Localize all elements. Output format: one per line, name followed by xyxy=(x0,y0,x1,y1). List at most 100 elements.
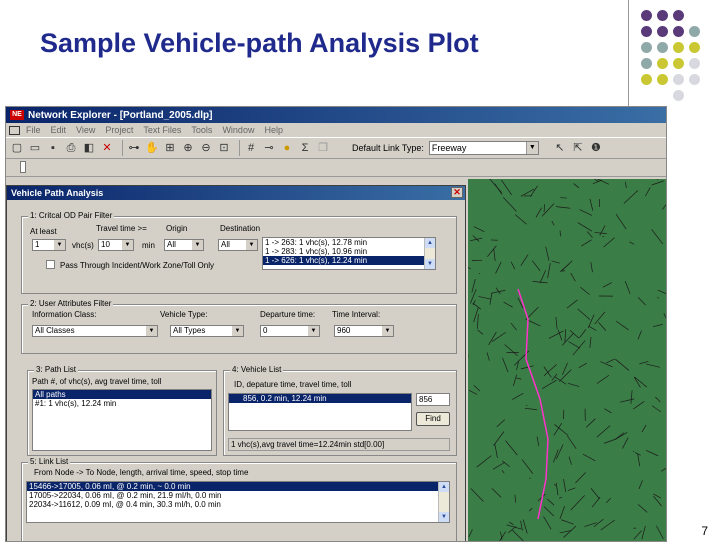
print-icon[interactable]: ⎙ xyxy=(64,141,78,155)
pass-through-label: Pass Through Incident/Work Zone/Toll Onl… xyxy=(60,261,214,270)
close-icon[interactable]: ✕ xyxy=(451,187,463,198)
delete-icon[interactable]: ✕ xyxy=(100,141,114,155)
slide-title: Sample Vehicle-path Analysis Plot xyxy=(40,28,479,59)
zoom-out-icon[interactable]: ⊖ xyxy=(199,141,213,155)
preview-icon[interactable]: ◧ xyxy=(82,141,96,155)
destination-list[interactable]: 1 -> 263: 1 vhc(s), 12.78 min 1 -> 283: … xyxy=(262,237,436,270)
destination-label: Destination xyxy=(220,224,260,233)
destination-list-item[interactable]: 1 -> 283: 1 vhc(s), 10.96 min xyxy=(263,247,435,256)
decorative-dot xyxy=(657,10,668,21)
copy-icon[interactable]: ❐ xyxy=(316,141,330,155)
at-least-select[interactable]: 1▼ xyxy=(32,239,66,251)
destination-select[interactable]: All▼ xyxy=(218,239,258,251)
menu-window[interactable]: Window xyxy=(222,125,254,135)
decorative-dot xyxy=(641,10,652,21)
menu-project[interactable]: Project xyxy=(105,125,133,135)
scroll-up-icon[interactable]: ▲ xyxy=(425,238,435,248)
chevron-down-icon: ▼ xyxy=(122,240,133,250)
path-list-item[interactable]: #1: 1 vhc(s), 12.24 min xyxy=(33,399,211,408)
window-menu-icon[interactable] xyxy=(9,126,20,135)
menu-edit[interactable]: Edit xyxy=(51,125,67,135)
menu-file[interactable]: File xyxy=(26,125,41,135)
departure-select[interactable]: 0▼ xyxy=(260,325,320,337)
toolbar-separator xyxy=(122,140,123,156)
app-titlebar: NE Network Explorer - [Portland_2005.dlp… xyxy=(6,107,666,123)
decorative-dot xyxy=(641,26,652,37)
path-list-item[interactable]: All paths xyxy=(33,390,211,399)
link-list[interactable]: 15466->17005, 0.06 mI, @ 0.2 min, ~ 0.0 … xyxy=(26,481,450,523)
save-icon[interactable]: ▪ xyxy=(46,141,60,155)
scroll-down-icon[interactable]: ▼ xyxy=(439,512,449,522)
app-logo-icon: NE xyxy=(10,110,24,120)
vhcs-label: vhc(s) xyxy=(72,241,94,250)
vehicle-list-group: 4: Vehicle List ID, depature time, trave… xyxy=(223,370,457,456)
link-list-item[interactable]: 15466->17005, 0.06 mI, @ 0.2 min, ~ 0.0 … xyxy=(27,482,449,491)
path-icon[interactable]: ⊶ xyxy=(127,141,141,155)
grid-icon[interactable]: # xyxy=(244,141,258,155)
decorative-dot xyxy=(673,42,684,53)
scroll-down-icon[interactable]: ▼ xyxy=(425,259,435,269)
destination-scrollbar[interactable]: ▲ ▼ xyxy=(424,238,435,269)
min-label: min xyxy=(142,241,155,250)
pointer-icon[interactable]: ↖ xyxy=(553,141,567,155)
travel-time-select[interactable]: 10 ▼ xyxy=(98,239,134,251)
new-icon[interactable]: ▢ xyxy=(10,141,24,155)
chevron-down-icon: ▼ xyxy=(54,240,65,250)
travel-time-value: 10 xyxy=(101,240,110,249)
decorative-dot xyxy=(657,58,668,69)
info-icon[interactable]: ● xyxy=(280,141,294,155)
link-list-item[interactable]: 17005->22034, 0.06 mI, @ 0.2 min, 21.9 m… xyxy=(27,491,449,500)
menu-help[interactable]: Help xyxy=(264,125,283,135)
link-list-scrollbar[interactable]: ▲ ▼ xyxy=(438,482,449,522)
decorative-dot xyxy=(673,26,684,37)
chevron-down-icon: ▼ xyxy=(246,240,257,250)
pass-through-checkbox[interactable] xyxy=(46,260,55,269)
chevron-down-icon: ▼ xyxy=(146,326,157,336)
menu-tools[interactable]: Tools xyxy=(191,125,212,135)
od-filter-title: 1: Critcal OD Pair Filter xyxy=(28,211,114,220)
pan-icon[interactable]: ✋ xyxy=(145,141,159,155)
destination-list-item[interactable]: 1 -> 626: 1 vhc(s), 12.24 min xyxy=(263,256,435,265)
decorative-dot xyxy=(673,58,684,69)
network-map[interactable] xyxy=(468,179,667,542)
road-segment xyxy=(666,335,667,337)
path-list[interactable]: All paths #1: 1 vhc(s), 12.24 min xyxy=(32,389,212,451)
vehicle-type-value: All Types xyxy=(173,326,205,335)
find-input[interactable]: 856 xyxy=(416,393,450,406)
origin-label: Origin xyxy=(166,224,187,233)
vehicle-list-item[interactable]: 856, 0.2 min, 12.24 min xyxy=(229,394,411,403)
decorative-dot xyxy=(657,74,668,85)
node-icon[interactable]: ⊸ xyxy=(262,141,276,155)
menu-text-files[interactable]: Text Files xyxy=(143,125,181,135)
decorative-dot xyxy=(641,58,652,69)
link-list-header: From Node -> To Node, length, arrival ti… xyxy=(34,468,248,477)
vehicle-list[interactable]: 856, 0.2 min, 12.24 min xyxy=(228,393,412,431)
secondary-toolbar xyxy=(6,161,666,177)
interval-select[interactable]: 960▼ xyxy=(334,325,394,337)
path-list-group: 3: Path List Path #, of vhc(s), avg trav… xyxy=(27,370,217,456)
vehicle-list-header: ID, depature time, travel time, toll xyxy=(234,380,351,389)
find-button[interactable]: Find xyxy=(416,412,450,426)
select-icon[interactable]: ⇱ xyxy=(571,141,585,155)
menu-view[interactable]: View xyxy=(76,125,95,135)
origin-select[interactable]: All▼ xyxy=(164,239,204,251)
decorative-dot xyxy=(689,26,700,37)
one-icon[interactable]: ❶ xyxy=(589,141,603,155)
sigma-icon[interactable]: Σ xyxy=(298,141,312,155)
link-type-select[interactable]: Freeway ▼ xyxy=(429,141,539,155)
path-list-header: Path #, of vhc(s), avg travel time, toll xyxy=(32,377,161,386)
zoom-in-icon[interactable]: ⊕ xyxy=(181,141,195,155)
at-least-value: 1 xyxy=(35,240,39,249)
vehicle-type-select[interactable]: All Types▼ xyxy=(170,325,244,337)
link-list-group: 5: Link List From Node -> To Node, lengt… xyxy=(21,462,457,542)
chevron-down-icon: ▼ xyxy=(526,142,538,154)
toolbar-handle[interactable] xyxy=(20,161,26,173)
info-class-select[interactable]: All Classes▼ xyxy=(32,325,158,337)
zoom-extent-icon[interactable]: ⊡ xyxy=(217,141,231,155)
destination-list-item[interactable]: 1 -> 263: 1 vhc(s), 12.78 min xyxy=(263,238,435,247)
zoom-window-icon[interactable]: ⊞ xyxy=(163,141,177,155)
link-list-item[interactable]: 22034->11612, 0.09 mI, @ 0.4 min, 30.3 m… xyxy=(27,500,449,509)
open-icon[interactable]: ▭ xyxy=(28,141,42,155)
info-class-label: Information Class: xyxy=(32,310,96,319)
scroll-up-icon[interactable]: ▲ xyxy=(439,482,449,492)
